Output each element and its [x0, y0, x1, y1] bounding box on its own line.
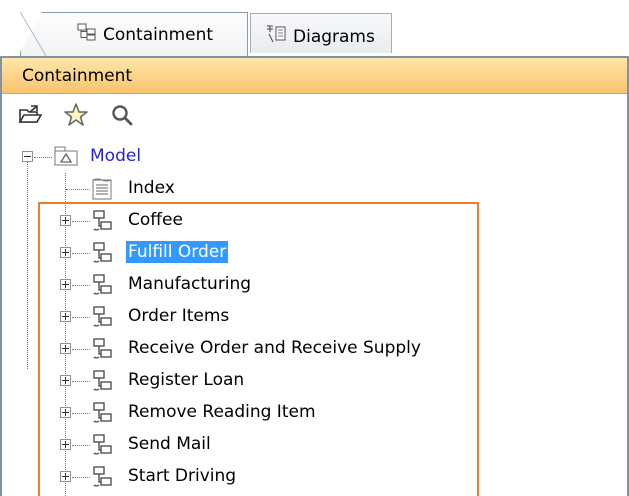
favorites-button[interactable]	[62, 102, 90, 133]
tab-diagrams[interactable]: Diagrams	[250, 13, 392, 53]
expand-toggle[interactable]	[60, 311, 71, 322]
containment-tree: Model Index Coffee Fulfill Order Manufactu…	[2, 139, 627, 496]
panel-header: Containment	[2, 58, 627, 94]
tree-label: Send Mail	[128, 434, 211, 454]
tree-label: Manufacturing	[128, 274, 252, 294]
tab-containment[interactable]: Containment	[20, 12, 248, 56]
search-icon	[110, 103, 134, 132]
diagram-element-icon	[91, 241, 115, 270]
tree-label: Register Loan	[128, 370, 245, 390]
diagram-element-icon	[91, 337, 115, 366]
expand-toggle[interactable]	[60, 407, 71, 418]
open-folder-button[interactable]	[16, 103, 44, 131]
expand-toggle[interactable]	[60, 215, 71, 226]
tree-label: Receive Order and Receive Supply	[128, 338, 421, 358]
diagram-element-icon	[91, 465, 115, 494]
tree-label: Order Items	[128, 306, 230, 326]
diagrams-icon	[265, 24, 287, 49]
tab-diagrams-label: Diagrams	[293, 26, 375, 47]
model-package-icon	[54, 146, 78, 171]
expand-toggle[interactable]	[60, 343, 71, 354]
tree-label: Index	[128, 178, 175, 198]
expand-toggle[interactable]	[60, 375, 71, 386]
tree-label: Fulfill Order	[126, 241, 229, 263]
tree-label: Start Driving	[128, 466, 237, 486]
tab-containment-label: Containment	[103, 24, 214, 45]
expand-toggle[interactable]	[60, 279, 71, 290]
diagram-element-icon	[91, 401, 115, 430]
tree-label: Model	[90, 146, 142, 166]
panel-title: Containment	[22, 66, 133, 86]
collapse-toggle[interactable]	[22, 151, 33, 162]
open-folder-icon	[18, 104, 43, 131]
diagram-element-icon	[91, 369, 115, 398]
tab-strip: Containment Diagrams	[0, 0, 629, 56]
tree-label: Remove Reading Item	[128, 402, 316, 422]
expand-toggle[interactable]	[60, 247, 71, 258]
search-button[interactable]	[108, 103, 136, 131]
tree-label: Coffee	[128, 210, 183, 230]
diagram-element-icon	[91, 433, 115, 462]
document-icon	[91, 177, 113, 206]
containment-tree-icon	[77, 23, 97, 46]
diagram-element-icon	[91, 273, 115, 302]
diagram-element-icon	[91, 209, 115, 238]
expand-toggle[interactable]	[60, 471, 71, 482]
star-icon	[63, 102, 89, 133]
diagram-element-icon	[91, 305, 115, 334]
expand-toggle[interactable]	[60, 439, 71, 450]
toolbar	[2, 95, 627, 139]
